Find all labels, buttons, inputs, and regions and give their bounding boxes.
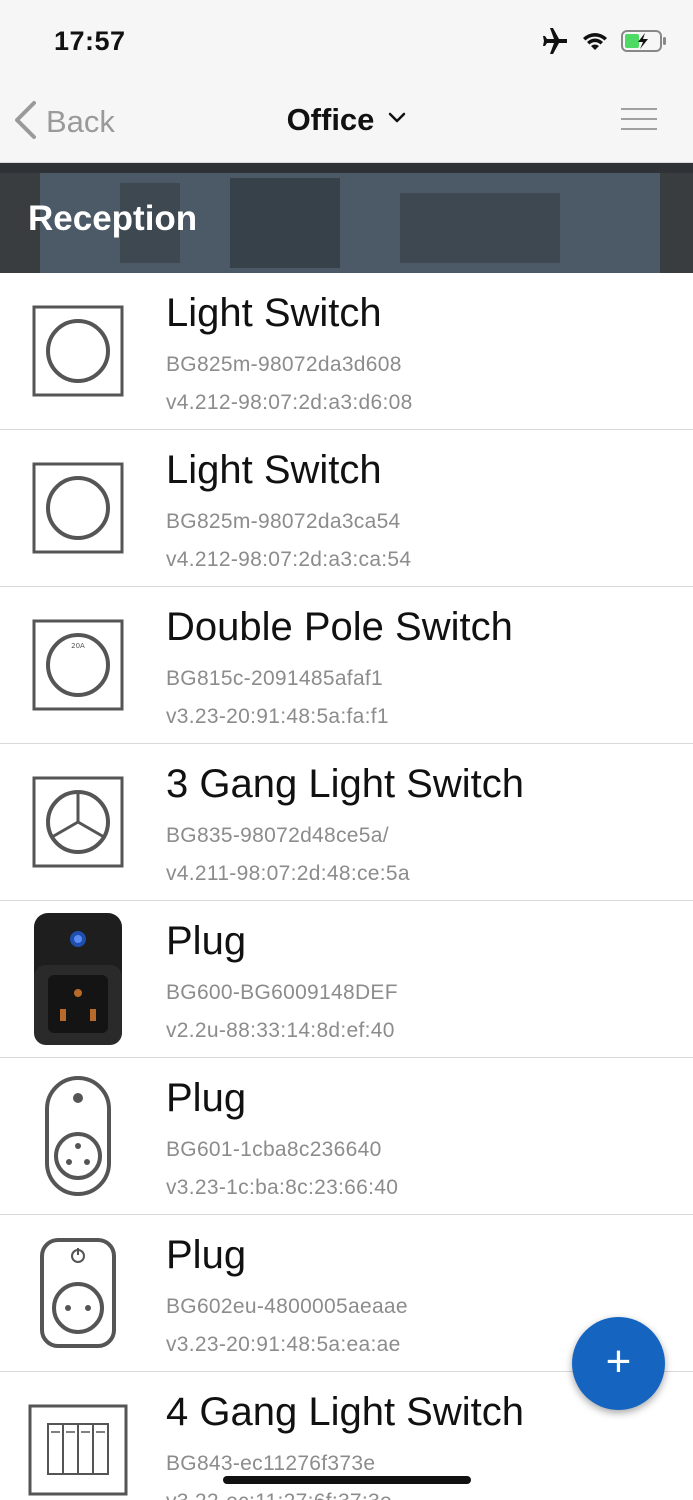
add-icon: + bbox=[605, 1336, 632, 1386]
device-firmware-mac: v4.211-98:07:2d:48:ce:5a bbox=[166, 862, 410, 885]
four-gang-switch-icon bbox=[22, 1386, 134, 1500]
device-model: BG843-ec11276f373e bbox=[166, 1452, 376, 1475]
chevron-down-icon bbox=[388, 111, 406, 129]
navigation-bar: Back Office bbox=[0, 80, 693, 163]
add-device-button[interactable]: + bbox=[572, 1317, 665, 1410]
device-model: BG835-98072d48ce5a/ bbox=[166, 824, 389, 847]
device-model: BG825m-98072da3ca54 bbox=[166, 510, 401, 533]
device-row-double-pole-switch[interactable]: 20A Double Pole Switch BG815c-2091485afa… bbox=[0, 587, 693, 744]
device-firmware-mac: v3.22-ec:11:27:6f:37:3e bbox=[166, 1490, 392, 1500]
airplane-icon bbox=[541, 28, 569, 59]
location-selector[interactable]: Office bbox=[0, 102, 693, 138]
device-list: Light Switch BG825m-98072da3d608 v4.212-… bbox=[0, 273, 693, 1500]
device-row-light-switch-2[interactable]: Light Switch BG825m-98072da3ca54 v4.212-… bbox=[0, 430, 693, 587]
device-name: Plug bbox=[166, 919, 247, 963]
device-name: 3 Gang Light Switch bbox=[166, 762, 524, 806]
device-model: BG825m-98072da3d608 bbox=[166, 353, 402, 376]
status-icons bbox=[541, 28, 667, 59]
page-title: Office bbox=[286, 102, 375, 137]
device-firmware-mac: v2.2u-88:33:14:8d:ef:40 bbox=[166, 1019, 395, 1042]
device-row-plug-bg601[interactable]: Plug BG601-1cba8c236640 v3.23-1c:ba:8c:2… bbox=[0, 1058, 693, 1215]
device-row-3-gang-light-switch[interactable]: 3 Gang Light Switch BG835-98072d48ce5a/ … bbox=[0, 744, 693, 901]
plug-outline-icon bbox=[22, 1072, 134, 1200]
battery-charging-icon bbox=[621, 29, 667, 58]
status-time: 17:57 bbox=[54, 26, 126, 56]
device-name: Double Pole Switch bbox=[166, 605, 513, 649]
device-model: BG602eu-4800005aeaae bbox=[166, 1295, 408, 1318]
device-firmware-mac: v4.212-98:07:2d:a3:d6:08 bbox=[166, 391, 413, 414]
device-firmware-mac: v3.23-20:91:48:5a:ea:ae bbox=[166, 1333, 401, 1356]
device-name: 4 Gang Light Switch bbox=[166, 1390, 524, 1434]
double-pole-switch-icon: 20A bbox=[22, 601, 134, 729]
wifi-icon bbox=[581, 30, 609, 57]
device-model: BG601-1cba8c236640 bbox=[166, 1138, 382, 1161]
three-gang-switch-icon bbox=[22, 758, 134, 886]
device-name: Light Switch bbox=[166, 448, 382, 492]
device-row-plug-bg600[interactable]: Plug BG600-BG6009148DEF v2.2u-88:33:14:8… bbox=[0, 901, 693, 1058]
home-indicator[interactable] bbox=[223, 1476, 471, 1484]
device-model: BG815c-2091485afaf1 bbox=[166, 667, 384, 690]
device-firmware-mac: v3.23-1c:ba:8c:23:66:40 bbox=[166, 1176, 399, 1199]
device-firmware-mac: v3.23-20:91:48:5a:fa:f1 bbox=[166, 705, 389, 728]
device-model: BG600-BG6009148DEF bbox=[166, 981, 398, 1004]
eu-plug-icon bbox=[22, 1229, 134, 1357]
status-bar: 17:57 bbox=[0, 0, 693, 80]
device-name: Light Switch bbox=[166, 291, 382, 335]
hamburger-menu-icon[interactable] bbox=[621, 108, 657, 136]
device-firmware-mac: v4.212-98:07:2d:a3:ca:54 bbox=[166, 548, 412, 571]
device-row-light-switch-1[interactable]: Light Switch BG825m-98072da3d608 v4.212-… bbox=[0, 273, 693, 430]
svg-text:20A: 20A bbox=[71, 642, 85, 650]
room-header: Reception bbox=[0, 163, 693, 273]
light-switch-icon bbox=[22, 287, 134, 415]
device-name: Plug bbox=[166, 1076, 247, 1120]
light-switch-icon bbox=[22, 444, 134, 572]
black-plug-icon bbox=[22, 913, 134, 1045]
room-title: Reception bbox=[28, 199, 198, 238]
device-name: Plug bbox=[166, 1233, 247, 1277]
